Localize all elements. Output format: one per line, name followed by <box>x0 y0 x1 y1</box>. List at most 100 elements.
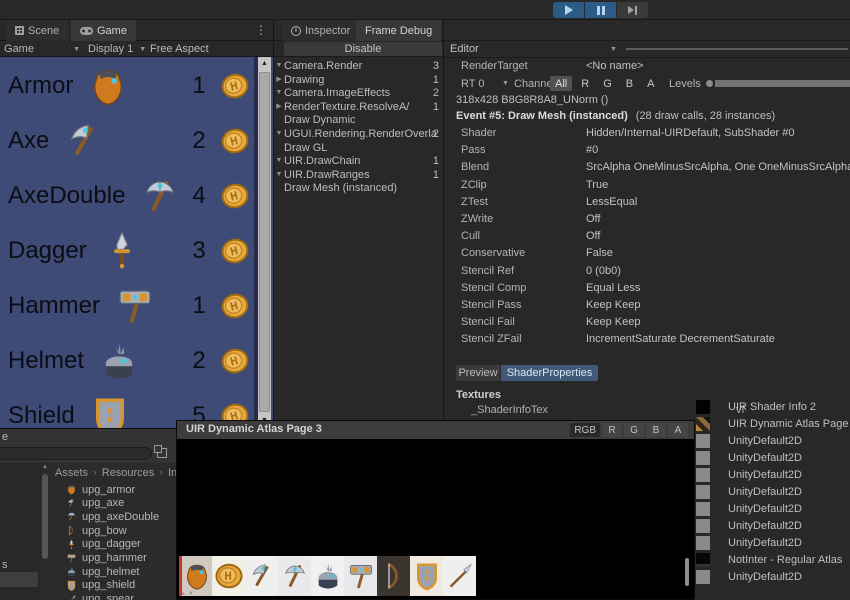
tree-row[interactable]: Draw Mesh (instanced) <box>274 181 443 195</box>
shop-item-row[interactable]: Hammer 1 <box>0 281 257 331</box>
tree-expand-icon[interactable] <box>274 73 284 87</box>
tree-row[interactable]: Camera.Render 3 <box>274 59 443 73</box>
preview-channel-button[interactable]: A <box>668 423 688 437</box>
asset-row[interactable]: upg_bow <box>66 524 127 537</box>
asset-label: upg_spear <box>82 593 134 600</box>
asset-icon <box>66 566 77 577</box>
asset-label: upg_helmet <box>82 566 140 578</box>
tab-scene[interactable]: Scene <box>6 20 68 41</box>
tree-row[interactable]: Draw GL <box>274 141 443 155</box>
shader-properties-button[interactable]: ShaderProperties <box>501 365 598 381</box>
asset-row[interactable]: upg_armor <box>66 483 135 496</box>
shop-item-row[interactable]: Helmet 2 <box>0 336 257 386</box>
breadcrumb-item[interactable]: Inv <box>168 467 176 479</box>
shader-info-tex-name: _ShaderInfoTex <box>471 404 548 416</box>
texture-row[interactable]: UIR Dynamic Atlas Page <box>696 416 848 432</box>
texture-row[interactable]: UnityDefault2D <box>696 501 802 517</box>
preview-channel-button[interactable]: B <box>646 423 666 437</box>
aspect-menu[interactable]: Free Aspect <box>150 43 209 55</box>
tab-inspector[interactable]: i Inspector <box>282 20 359 41</box>
game-view-menu[interactable]: Game ▼ <box>4 43 80 55</box>
scroll-up-icon[interactable]: ▲ <box>41 464 49 470</box>
scroll-up-icon[interactable]: ▲ <box>258 57 271 71</box>
tab-game[interactable]: Game <box>71 20 136 41</box>
strip-scroll-arrows[interactable]: ▲▼ <box>180 591 196 597</box>
tree-expand-icon[interactable] <box>274 86 284 100</box>
tree-row[interactable]: UGUI.Rendering.RenderOverla 2 <box>274 127 443 141</box>
tree-expand-icon[interactable] <box>274 59 284 73</box>
tree-row[interactable]: UIR.DrawChain 1 <box>274 154 443 168</box>
tree-expand-icon[interactable] <box>274 168 284 182</box>
preview-channel-button[interactable]: RGB <box>570 423 600 437</box>
asset-row[interactable]: upg_spear <box>66 593 134 600</box>
display-menu[interactable]: Display 1 ▼ <box>88 43 146 55</box>
pick-window-icon[interactable] <box>157 448 167 458</box>
preview-channel-button[interactable]: R <box>602 423 622 437</box>
shop-item-row[interactable]: Armor 1 <box>0 61 257 111</box>
channel-button[interactable]: G <box>598 76 617 91</box>
shop-item-row[interactable]: AxeDouble 4 <box>0 171 257 221</box>
tree-expand-icon[interactable] <box>274 154 284 168</box>
breadcrumb-item[interactable]: Resources <box>102 467 155 479</box>
tree-row-count: 1 <box>433 100 439 114</box>
asset-row[interactable]: upg_hammer <box>66 552 147 565</box>
coin-icon[interactable] <box>217 178 253 214</box>
preview-button[interactable]: Preview <box>456 365 500 381</box>
disable-button[interactable]: Disable <box>284 42 442 56</box>
channel-button[interactable]: R <box>576 76 594 91</box>
channel-button[interactable]: B <box>621 76 638 91</box>
play-button[interactable] <box>553 2 584 18</box>
texture-thumbnail <box>696 536 710 550</box>
tree-row[interactable]: Camera.ImageEffects 2 <box>274 86 443 100</box>
search-input[interactable] <box>0 447 152 460</box>
coin-icon[interactable] <box>217 343 253 379</box>
kebab-menu-icon[interactable]: ⋮ <box>255 23 267 37</box>
shop-item-row[interactable]: Axe 2 <box>0 116 257 166</box>
channel-button[interactable]: All <box>550 76 572 91</box>
asset-row[interactable]: upg_axe <box>66 497 124 510</box>
step-button[interactable] <box>617 2 648 18</box>
texture-row[interactable]: UnityDefault2D <box>696 518 802 534</box>
texture-row[interactable]: UnityDefault2D <box>696 433 802 449</box>
channel-button[interactable]: A <box>642 76 659 91</box>
tree-row[interactable]: Draw Dynamic <box>274 113 443 127</box>
pause-button[interactable] <box>585 2 616 18</box>
texture-row[interactable]: UnityDefault2D <box>696 569 802 585</box>
shop-item-row[interactable]: Dagger 3 <box>0 226 257 276</box>
coin-icon[interactable] <box>217 288 253 324</box>
rt-dropdown[interactable]: RT 0 <box>461 78 484 90</box>
texture-row[interactable]: UnityDefault2D <box>696 450 802 466</box>
preview-titlebar[interactable]: UIR Dynamic Atlas Page 3 RGBRGBA <box>177 421 694 439</box>
texture-row[interactable]: UnityDefault2D <box>696 535 802 551</box>
coin-icon[interactable] <box>217 68 253 104</box>
asset-row[interactable]: upg_helmet <box>66 565 140 578</box>
texture-row[interactable]: UIR Shader Info 2 <box>696 399 816 415</box>
editor-dropdown[interactable]: Editor ▼ <box>450 43 479 55</box>
tree-row[interactable]: RenderTexture.ResolveA/ 1 <box>274 100 443 114</box>
asset-row[interactable]: upg_axeDouble <box>66 510 159 523</box>
project-scrollbar[interactable]: ▲ <box>41 463 49 600</box>
preview-scrollbar-thumb[interactable] <box>685 558 689 586</box>
selected-folder-row[interactable] <box>0 572 38 587</box>
tree-expand-icon[interactable] <box>274 100 284 114</box>
coin-icon[interactable] <box>217 123 253 159</box>
game-view-scrollbar[interactable]: ▲ ▼ <box>258 57 271 428</box>
asset-row[interactable]: upg_dagger <box>66 538 141 551</box>
tree-expand-icon[interactable] <box>274 127 284 141</box>
asset-icon <box>66 511 77 522</box>
asset-row[interactable]: upg_shield <box>66 579 135 592</box>
texture-row[interactable]: UnityDefault2D <box>696 467 802 483</box>
asset-icon <box>66 484 77 495</box>
tree-row[interactable]: Drawing 1 <box>274 73 443 87</box>
tab-frame-debug[interactable]: Frame Debug <box>356 20 441 41</box>
scrollbar-thumb[interactable] <box>259 72 270 412</box>
tree-row[interactable]: UIR.DrawRanges 1 <box>274 168 443 182</box>
editor-dropdown-label: Editor <box>450 43 479 55</box>
texture-thumbnail <box>696 502 710 516</box>
texture-row[interactable]: UnityDefault2D <box>696 484 802 500</box>
scrollbar-thumb[interactable] <box>42 474 48 559</box>
preview-channel-button[interactable]: G <box>624 423 644 437</box>
texture-row[interactable]: NotInter - Regular Atlas <box>696 552 842 568</box>
coin-icon[interactable] <box>217 233 253 269</box>
breadcrumb-item[interactable]: Assets <box>55 467 88 479</box>
